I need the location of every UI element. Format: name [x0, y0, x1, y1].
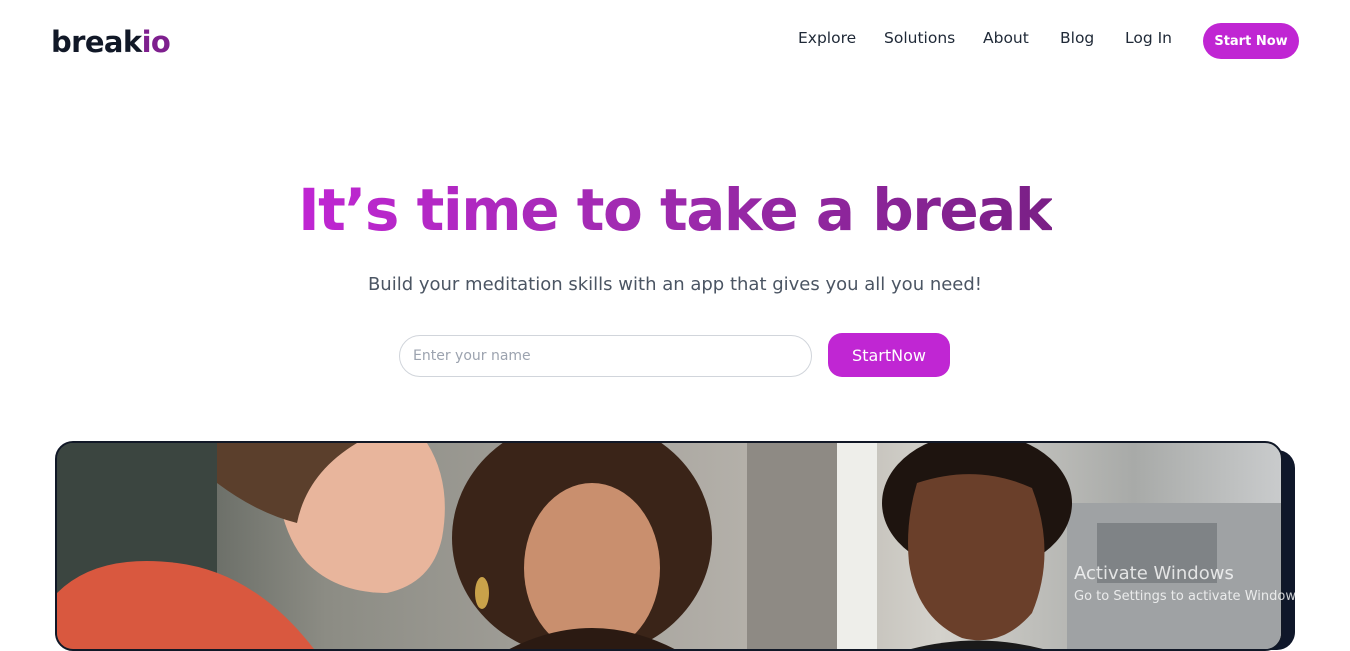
hero-start-now-button[interactable]: StartNow	[828, 333, 950, 377]
nav-about-link[interactable]: About	[983, 26, 1029, 50]
name-input[interactable]	[399, 335, 812, 377]
hero-photo-people-illustration	[57, 443, 1283, 651]
bg-pillar	[747, 443, 837, 651]
person-left-shirt	[57, 561, 317, 651]
hero-title: It’s time to take a break	[0, 171, 1350, 249]
nav-login-link[interactable]: Log In	[1125, 26, 1172, 50]
person-middle-earring	[475, 577, 489, 609]
nav-blog-link[interactable]: Blog	[1060, 26, 1094, 50]
header-start-now-button[interactable]: Start Now	[1203, 23, 1299, 59]
nav-solutions-link[interactable]: Solutions	[884, 26, 955, 50]
person-right-shoulders	[897, 641, 1057, 651]
logo[interactable]: breakio	[51, 22, 170, 62]
logo-text-main: break	[51, 25, 142, 59]
logo-text-accent: io	[142, 25, 171, 59]
hero-photo	[55, 441, 1283, 651]
bg-window-light	[837, 443, 877, 651]
nav-explore-link[interactable]: Explore	[798, 26, 856, 50]
site-header: breakio Explore Solutions About Blog Log…	[0, 0, 1350, 84]
hero-title-text: It’s time to take a break	[298, 176, 1052, 244]
person-right-face	[908, 474, 1045, 640]
hero-subtitle: Build your meditation skills with an app…	[0, 272, 1350, 298]
person-middle-face	[524, 483, 660, 651]
bg-window-right	[1097, 523, 1217, 583]
